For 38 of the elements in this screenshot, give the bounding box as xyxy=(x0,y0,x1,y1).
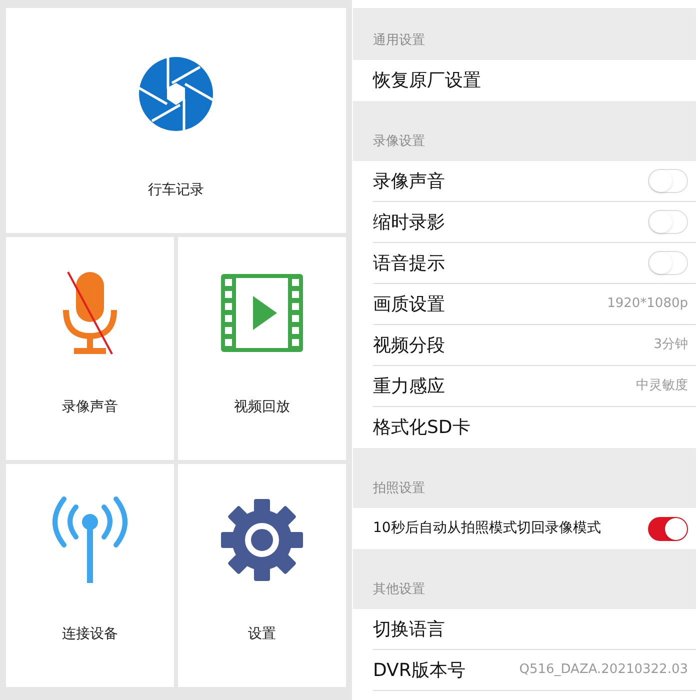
setting-label[interactable]: 语音提示 xyxy=(373,250,445,276)
setting-label[interactable]: DVR版本号 xyxy=(373,656,466,684)
setting-label[interactable]: 视频分段 xyxy=(373,332,445,358)
menu-tile[interactable]: 设置 xyxy=(178,464,346,687)
muted-microphone-icon xyxy=(60,270,120,356)
toggle-switch[interactable] xyxy=(648,210,688,234)
setting-label[interactable]: 录像声音 xyxy=(373,168,445,194)
section-header: 通用设置 xyxy=(373,32,425,50)
setting-label[interactable]: 重力感应 xyxy=(373,372,445,400)
tile-label: 视频回放 xyxy=(234,398,290,417)
film-play-icon xyxy=(221,274,303,352)
toggle-switch[interactable] xyxy=(648,516,688,540)
setting-label[interactable]: 10秒后自动从拍照模式切回录像模式 xyxy=(373,518,601,539)
setting-value: 1920*1080p xyxy=(607,295,688,314)
section-header: 录像设置 xyxy=(373,132,425,150)
toggle-switch[interactable] xyxy=(648,169,688,193)
tile-label: 连接设备 xyxy=(62,625,118,644)
toggle-switch[interactable] xyxy=(648,251,688,275)
setting-label[interactable]: 恢复原厂设置 xyxy=(373,67,481,94)
setting-label[interactable]: 画质设置 xyxy=(373,290,445,318)
tile-label: 设置 xyxy=(248,625,276,644)
setting-value: Q516_DAZA.20210322.03 xyxy=(519,661,688,680)
section-header: 拍照设置 xyxy=(373,480,425,498)
setting-value: 中灵敏度 xyxy=(636,377,688,396)
aperture-icon xyxy=(138,56,214,132)
setting-value: 3分钟 xyxy=(654,336,688,354)
tile-label: 行车记录 xyxy=(148,181,204,200)
setting-label[interactable]: 缩时录影 xyxy=(373,208,445,236)
antenna-icon xyxy=(52,495,128,585)
setting-label[interactable]: 格式化SD卡 xyxy=(373,414,470,441)
menu-tile[interactable]: 连接设备 xyxy=(6,464,174,687)
setting-label[interactable]: 切换语言 xyxy=(373,616,445,642)
tile-label: 录像声音 xyxy=(62,398,118,417)
menu-tile[interactable]: 视频回放 xyxy=(178,237,346,460)
menu-tile[interactable]: 录像声音 xyxy=(6,237,174,460)
menu-tile[interactable]: 行车记录 xyxy=(6,8,346,233)
section-header: 其他设置 xyxy=(373,580,425,598)
gear-icon xyxy=(221,499,303,581)
